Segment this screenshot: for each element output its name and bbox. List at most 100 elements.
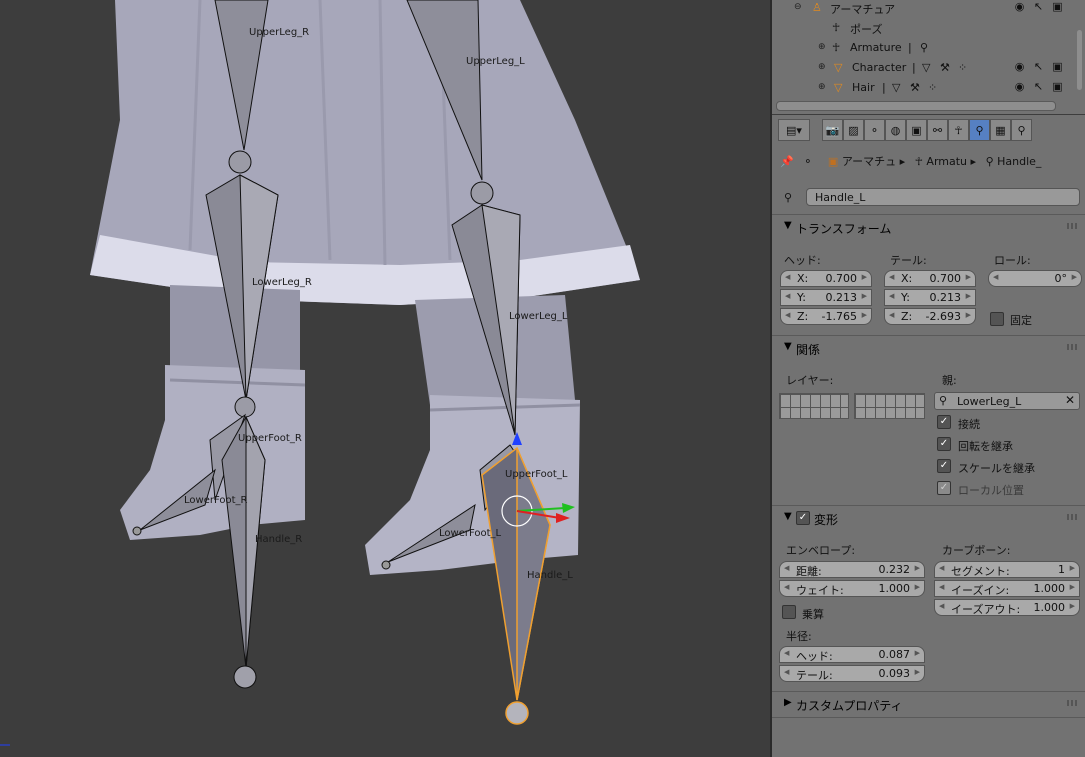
expand-icon[interactable]: ⊕ bbox=[818, 82, 826, 92]
inherit-scale-checkbox[interactable]: ✓ bbox=[937, 459, 951, 473]
expand-icon[interactable]: ⊕ bbox=[818, 42, 826, 52]
radius-head-field[interactable]: ◀ ヘッド: 0.087 ▶ bbox=[779, 646, 925, 663]
panel-title: 変形 bbox=[814, 513, 839, 527]
modifier-wrench-icon: ⚒ bbox=[910, 81, 920, 94]
pin-icon[interactable]: 📌 bbox=[780, 155, 794, 168]
joint-handle-l-tail bbox=[505, 701, 529, 725]
segments-field[interactable]: ◀ セグメント: 1 ▶ bbox=[934, 561, 1080, 578]
parent-field[interactable]: ⚲ LowerLeg_L ✕ bbox=[934, 392, 1080, 410]
render-camera-icon[interactable]: ▣ bbox=[1051, 80, 1064, 93]
connected-label: 接続 bbox=[958, 418, 980, 431]
object-cube-icon: ▣ bbox=[827, 155, 839, 168]
clear-x-icon[interactable]: ✕ bbox=[1065, 393, 1075, 407]
drag-grip-icon[interactable] bbox=[1067, 344, 1079, 350]
select-arrow-icon[interactable]: ↖ bbox=[1032, 80, 1045, 93]
outliner-label: Hair bbox=[852, 81, 875, 94]
roll-field[interactable]: ◀ 0° ▶ bbox=[988, 270, 1082, 287]
expand-icon[interactable]: ⊕ bbox=[818, 62, 826, 72]
inherit-rotation-label: 回転を継承 bbox=[958, 440, 1013, 453]
head-x-field[interactable]: ◀ X: 0.700 ▶ bbox=[780, 270, 872, 287]
envelope-weight-field[interactable]: ◀ ウェイト: 1.000 ▶ bbox=[779, 580, 925, 597]
scene-tab-icon[interactable]: ⚬ bbox=[864, 119, 885, 141]
head-y-field[interactable]: ◀ Y: 0.213 ▶ bbox=[780, 289, 872, 306]
tail-x-field[interactable]: ◀ X: 0.700 ▶ bbox=[884, 270, 976, 287]
render-layers-tab-icon[interactable]: ▨ bbox=[843, 119, 864, 141]
outliner-label: Character bbox=[852, 61, 907, 74]
bone-name-field[interactable]: Handle_L bbox=[806, 188, 1080, 206]
outliner-row-armature[interactable]: ⊖ ♙ アーマチュア ◉ ↖ ▣ bbox=[772, 0, 1072, 18]
world-tab-icon[interactable]: ◍ bbox=[885, 119, 906, 141]
tail-y-field[interactable]: ◀ Y: 0.213 ▶ bbox=[884, 289, 976, 306]
bone-label: UpperFoot_R bbox=[238, 433, 302, 444]
visibility-eye-icon[interactable]: ◉ bbox=[1013, 60, 1026, 73]
outliner-label: ポーズ bbox=[850, 23, 883, 36]
armature-data-tab-icon[interactable]: ☥ bbox=[948, 119, 969, 141]
head-z-field[interactable]: ◀ Z: -1.765 ▶ bbox=[780, 308, 872, 325]
bone-layers-grid-2[interactable] bbox=[854, 393, 925, 419]
select-arrow-icon[interactable]: ↖ bbox=[1032, 0, 1045, 13]
render-camera-icon[interactable]: ▣ bbox=[1051, 60, 1064, 73]
collapse-icon[interactable]: ⊖ bbox=[794, 2, 802, 12]
outliner[interactable]: ⊖ ♙ アーマチュア ◉ ↖ ▣ ☥ ポーズ ⊕ ☥ Armature | ⚲ … bbox=[772, 0, 1085, 114]
inherit-scale-label: スケールを継承 bbox=[958, 462, 1035, 475]
drag-grip-icon[interactable] bbox=[1067, 514, 1079, 520]
outliner-row-pose[interactable]: ☥ ポーズ bbox=[772, 18, 1072, 38]
texture-tab-icon[interactable]: ▦ bbox=[990, 119, 1011, 141]
visibility-eye-icon[interactable]: ◉ bbox=[1013, 0, 1026, 13]
panel-title: 関係 bbox=[796, 343, 821, 357]
tail-label: テール: bbox=[890, 254, 927, 267]
visibility-eye-icon[interactable]: ◉ bbox=[1013, 80, 1026, 93]
custom-properties-panel-header[interactable]: ▶ カスタムプロパティ bbox=[772, 694, 1085, 714]
properties-tabbar: ▤▾ 📷 ▨ ⚬ ◍ ▣ ⚯ ☥ ⚲ ▦ ⚲ bbox=[778, 119, 1032, 141]
separator-icon: | bbox=[908, 41, 912, 54]
multiply-checkbox[interactable] bbox=[782, 605, 796, 619]
bone-label: UpperLeg_R bbox=[249, 27, 310, 38]
envelope-distance-field[interactable]: ◀ 距離: 0.232 ▶ bbox=[779, 561, 925, 578]
ease-out-field[interactable]: ◀ イーズアウト: 1.000 ▶ bbox=[934, 599, 1080, 616]
parent-label: 親: bbox=[942, 374, 957, 387]
joint-knee-l bbox=[470, 181, 494, 205]
connected-checkbox[interactable]: ✓ bbox=[937, 415, 951, 429]
transform-panel-header[interactable]: ▼ トランスフォーム bbox=[772, 217, 1085, 237]
drag-grip-icon[interactable] bbox=[1067, 700, 1079, 706]
radius-tail-field[interactable]: ◀ テール: 0.093 ▶ bbox=[779, 665, 925, 682]
deform-panel-header[interactable]: ▼ ✓ 変形 bbox=[772, 508, 1085, 528]
object-tab-icon[interactable]: ▣ bbox=[906, 119, 927, 141]
deform-checkbox[interactable]: ✓ bbox=[796, 511, 810, 525]
bone-icon: ⚲ bbox=[939, 394, 948, 407]
local-location-label: ローカル位置 bbox=[958, 484, 1024, 497]
outliner-row-hair[interactable]: ⊕ ▽ Hair | ▽ ⚒ ⁘ ◉ ↖ ▣ bbox=[772, 78, 1072, 98]
bone-layers-grid-1[interactable] bbox=[779, 393, 849, 419]
render-camera-icon[interactable]: ▣ bbox=[1051, 0, 1064, 13]
radius-label: 半径: bbox=[786, 630, 812, 643]
panel-title: トランスフォーム bbox=[796, 222, 892, 236]
envelope-label: エンベロープ: bbox=[786, 544, 856, 557]
particles-icon: ⁘ bbox=[928, 81, 938, 94]
bone-tab-icon[interactable]: ⚲ bbox=[969, 119, 990, 141]
bone-constraints-tab-icon[interactable]: ⚲ bbox=[1011, 119, 1032, 141]
joint-ankle-r bbox=[234, 396, 256, 418]
drag-grip-icon[interactable] bbox=[1067, 223, 1079, 229]
outliner-horizontal-scrollbar[interactable] bbox=[776, 101, 1056, 111]
render-tab-icon[interactable]: 📷 bbox=[822, 119, 843, 141]
constraints-tab-icon[interactable]: ⚯ bbox=[927, 119, 948, 141]
editor-type-menu[interactable]: ▤▾ bbox=[778, 119, 810, 141]
outliner-row-character[interactable]: ⊕ ▽ Character | ▽ ⚒ ⁘ ◉ ↖ ▣ bbox=[772, 58, 1072, 78]
viewport-canvas[interactable] bbox=[0, 0, 770, 757]
outliner-row-armature-data[interactable]: ⊕ ☥ Armature | ⚲ bbox=[772, 38, 1072, 58]
properties-editor[interactable]: ▤▾ 📷 ▨ ⚬ ◍ ▣ ⚯ ☥ ⚲ ▦ ⚲ 📌 ⚬ ▣ アーマチュ ▸ ☥ A… bbox=[772, 115, 1085, 757]
breadcrumb: 📌 ⚬ ▣ アーマチュ ▸ ☥ Armatu ▸ ⚲ Handle_ bbox=[780, 153, 1041, 169]
armature-data-icon: ☥ bbox=[832, 41, 841, 54]
3d-viewport[interactable]: UpperLeg_R UpperLeg_L LowerLeg_R LowerLe… bbox=[0, 0, 770, 757]
bone-label: LowerLeg_L bbox=[509, 311, 568, 322]
select-arrow-icon[interactable]: ↖ bbox=[1032, 60, 1045, 73]
outliner-label: アーマチュア bbox=[830, 3, 896, 16]
ease-in-field[interactable]: ◀ イーズイン: 1.000 ▶ bbox=[934, 580, 1080, 597]
tail-z-field[interactable]: ◀ Z: -2.693 ▶ bbox=[884, 308, 976, 325]
inherit-rotation-checkbox[interactable]: ✓ bbox=[937, 437, 951, 451]
relations-panel-header[interactable]: ▼ 関係 bbox=[772, 338, 1085, 358]
breadcrumb-item: Handle_ bbox=[997, 155, 1042, 168]
lock-checkbox[interactable] bbox=[990, 312, 1004, 326]
local-location-checkbox[interactable]: ✓ bbox=[937, 481, 951, 495]
outliner-vertical-scrollbar[interactable] bbox=[1077, 30, 1082, 90]
